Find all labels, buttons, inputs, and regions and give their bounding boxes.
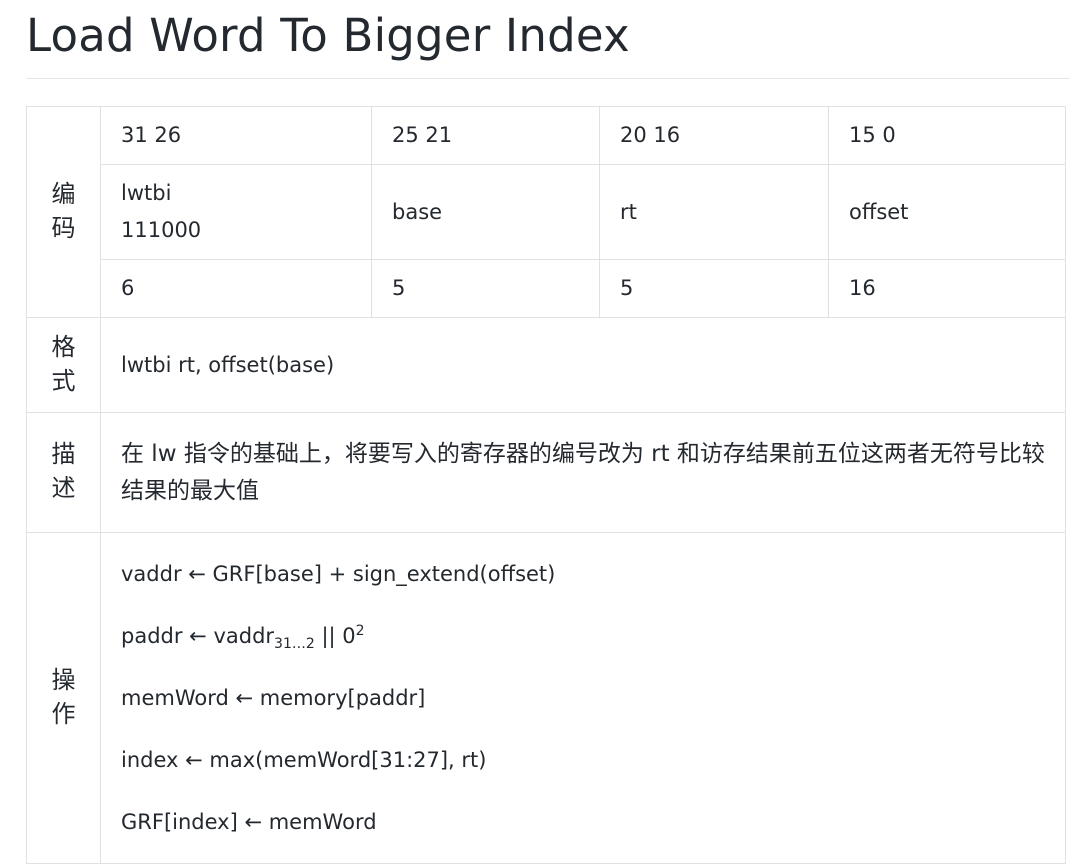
- field-row: lwtbi 111000 base rt offset: [27, 164, 1066, 260]
- operation-row: 操作 vaddr ← GRF[base] + sign_extend(offse…: [26, 532, 1066, 864]
- offset-field-cell: offset: [828, 164, 1066, 260]
- field-width-cell: 16: [828, 259, 1066, 318]
- paddr-expression: paddr ← vaddr: [121, 624, 275, 648]
- field-width-cell: 5: [599, 259, 829, 318]
- instruction-spec-table: 编码 31 26 25 21 20 16 15 0 lwtbi 111000 b…: [26, 106, 1066, 864]
- field-width-cell: 6: [100, 259, 372, 318]
- title-divider: [26, 78, 1070, 79]
- base-field-cell: base: [371, 164, 600, 260]
- bit-range-cell: 15 0: [828, 106, 1066, 165]
- field-width-cell: 5: [371, 259, 600, 318]
- description-row: 描述 在 lw 指令的基础上，将要写入的寄存器的编号改为 rt 和访存结果前五位…: [26, 412, 1066, 533]
- bit-range-subscript: 31…2: [274, 636, 315, 653]
- format-label: 格式: [51, 332, 76, 395]
- operation-step: vaddr ← GRF[base] + sign_extend(offset): [121, 562, 556, 586]
- operation-step: GRF[index] ← memWord: [121, 810, 377, 834]
- operation-step: index ← max(memWord[31:27], rt): [121, 748, 487, 772]
- rt-field-cell: rt: [599, 164, 829, 260]
- encoding-label-cell: 编码: [26, 106, 101, 318]
- page: Load Word To Bigger Index 编码 31 26 25 21…: [0, 0, 1090, 865]
- opcode-mnemonic: lwtbi: [121, 181, 172, 205]
- description-label: 描述: [51, 440, 76, 502]
- zero-count-superscript: 2: [355, 623, 365, 639]
- operation-step: memWord ← memory[paddr]: [121, 686, 426, 710]
- format-label-cell: 格式: [26, 317, 101, 413]
- operation-steps: vaddr ← GRF[base] + sign_extend(offset) …: [100, 532, 1066, 864]
- bit-range-row: 编码 31 26 25 21 20 16 15 0: [26, 106, 1066, 318]
- format-row: 格式 lwtbi rt, offset(base): [26, 317, 1066, 413]
- operation-label: 操作: [51, 665, 76, 728]
- operation-label-cell: 操作: [26, 532, 101, 864]
- encoding-label: 编码: [51, 179, 76, 242]
- description-label-cell: 描述: [26, 412, 101, 533]
- concat-expression: || 0: [314, 624, 356, 648]
- page-title: Load Word To Bigger Index: [26, 9, 630, 62]
- bit-range-cell: 25 21: [371, 106, 600, 165]
- format-text: lwtbi rt, offset(base): [100, 317, 1066, 413]
- operation-step: paddr ← vaddr31…2 || 02: [121, 605, 1045, 667]
- description-text: 在 lw 指令的基础上，将要写入的寄存器的编号改为 rt 和访存结果前五位这两者…: [100, 412, 1066, 533]
- field-width-row: 6 5 5 16: [27, 259, 1066, 318]
- opcode-bits: 111000: [121, 218, 202, 242]
- opcode-field-cell: lwtbi 111000: [100, 164, 372, 260]
- bit-range-cell: 31 26: [100, 106, 372, 165]
- bit-range-cell: 20 16: [599, 106, 829, 165]
